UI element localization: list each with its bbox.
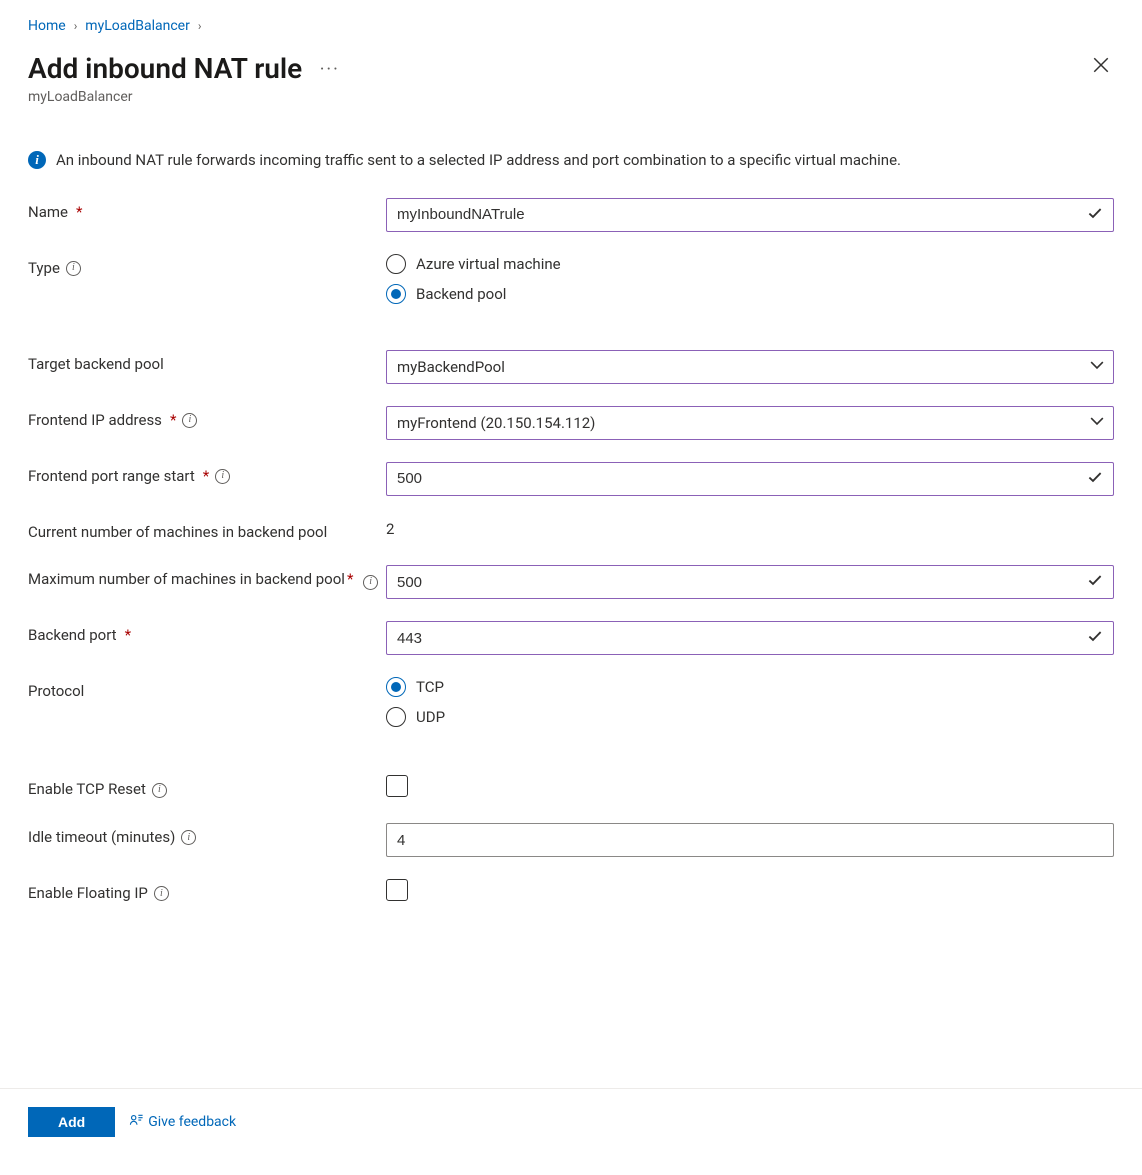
- floating-ip-checkbox[interactable]: [386, 879, 408, 901]
- protocol-radio-udp[interactable]: UDP: [386, 707, 1114, 727]
- tcp-reset-label: Enable TCP Reset i: [28, 775, 386, 801]
- type-radio-pool[interactable]: Backend pool: [386, 284, 1114, 304]
- backend-port-input[interactable]: [386, 621, 1114, 655]
- name-label: Name*: [28, 198, 386, 224]
- page-subtitle: myLoadBalancer: [28, 89, 1072, 105]
- frontend-ip-label: Frontend IP address* i: [28, 406, 386, 432]
- idle-timeout-input[interactable]: [386, 823, 1114, 857]
- type-label: Type i: [28, 254, 386, 280]
- info-icon: i: [28, 151, 46, 169]
- info-icon[interactable]: i: [66, 261, 81, 276]
- protocol-radio-tcp-label: TCP: [416, 678, 444, 696]
- protocol-radio-udp-label: UDP: [416, 708, 445, 726]
- add-button[interactable]: Add: [28, 1107, 115, 1137]
- type-radio-pool-label: Backend pool: [416, 285, 506, 303]
- name-input[interactable]: [386, 198, 1114, 232]
- frontend-port-start-input[interactable]: [386, 462, 1114, 496]
- idle-timeout-label: Idle timeout (minutes) i: [28, 823, 386, 849]
- footer: Add Give feedback: [0, 1088, 1142, 1137]
- current-machines-label: Current number of machines in backend po…: [28, 518, 386, 544]
- info-icon[interactable]: i: [215, 469, 230, 484]
- frontend-port-start-label: Frontend port range start* i: [28, 462, 386, 488]
- close-button[interactable]: [1088, 52, 1114, 82]
- max-machines-input[interactable]: [386, 565, 1114, 599]
- breadcrumb-resource[interactable]: myLoadBalancer: [85, 18, 190, 34]
- give-feedback-link[interactable]: Give feedback: [129, 1113, 236, 1132]
- info-icon[interactable]: i: [154, 886, 169, 901]
- protocol-radio-tcp[interactable]: TCP: [386, 677, 1114, 697]
- breadcrumb-home[interactable]: Home: [28, 18, 66, 34]
- info-banner: i An inbound NAT rule forwards incoming …: [28, 149, 1114, 172]
- floating-ip-label: Enable Floating IP i: [28, 879, 386, 905]
- tcp-reset-checkbox[interactable]: [386, 775, 408, 797]
- breadcrumb: Home › myLoadBalancer ›: [28, 18, 1114, 34]
- chevron-right-icon: ›: [74, 19, 78, 33]
- info-icon[interactable]: i: [182, 413, 197, 428]
- info-icon[interactable]: i: [181, 830, 196, 845]
- chevron-right-icon: ›: [198, 19, 202, 33]
- type-radio-vm[interactable]: Azure virtual machine: [386, 254, 1114, 274]
- info-text: An inbound NAT rule forwards incoming tr…: [56, 149, 901, 172]
- max-machines-label: Maximum number of machines in backend po…: [28, 565, 386, 591]
- page-title: Add inbound NAT rule: [28, 52, 302, 85]
- frontend-ip-select[interactable]: myFrontend (20.150.154.112): [386, 406, 1114, 440]
- feedback-icon: [129, 1113, 144, 1132]
- current-machines-value: 2: [386, 518, 1114, 538]
- protocol-label: Protocol: [28, 677, 386, 703]
- target-pool-select[interactable]: myBackendPool: [386, 350, 1114, 384]
- target-pool-label: Target backend pool: [28, 350, 386, 376]
- info-icon[interactable]: i: [152, 783, 167, 798]
- backend-port-label: Backend port*: [28, 621, 386, 647]
- type-radio-vm-label: Azure virtual machine: [416, 255, 561, 273]
- more-actions-button[interactable]: ···: [320, 59, 340, 80]
- give-feedback-label: Give feedback: [148, 1114, 236, 1130]
- info-icon[interactable]: i: [363, 575, 378, 590]
